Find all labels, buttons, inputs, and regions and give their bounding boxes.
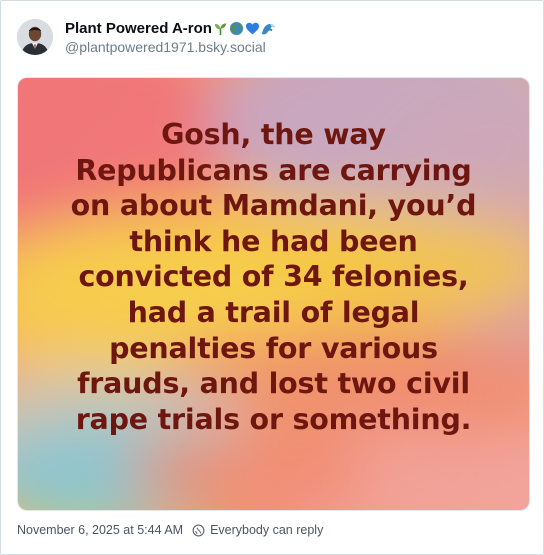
post-header: Plant Powered A-ron @plantpowered1971.bs… xyxy=(17,17,276,57)
reply-setting[interactable]: Everybody can reply xyxy=(192,523,323,537)
post-card: Plant Powered A-ron @plantpowered1971.bs… xyxy=(0,0,544,555)
globe-icon xyxy=(229,21,244,35)
image-caption-text: Gosh, the way Republicans are carrying o… xyxy=(18,117,529,437)
image-text-line: on about Mamdani, you’d xyxy=(70,189,477,223)
image-text-line: rape trials or something. xyxy=(75,402,472,436)
globe-reply-icon xyxy=(192,524,205,536)
image-text-line: Gosh, the way xyxy=(161,118,386,151)
author-handle[interactable]: @plantpowered1971.bsky.social xyxy=(65,38,276,56)
post-image[interactable]: Gosh, the way Republicans are carrying o… xyxy=(17,77,530,511)
blue-heart-icon xyxy=(245,22,260,34)
image-text-line: penalties for various xyxy=(109,331,438,365)
avatar-image xyxy=(17,19,53,55)
image-text-line: frauds, and lost two civil xyxy=(77,367,470,401)
image-text-line: convicted of 34 felonies, xyxy=(78,260,469,294)
display-name-text: Plant Powered A-ron xyxy=(65,19,212,37)
avatar[interactable] xyxy=(17,19,53,55)
seedling-icon xyxy=(214,22,227,35)
image-text-line: had a trail of legal xyxy=(127,295,420,329)
wave-icon xyxy=(261,23,276,34)
image-text-line: think he had been xyxy=(129,224,418,258)
image-text-line: Republicans are carrying xyxy=(75,153,472,187)
post-timestamp[interactable]: November 6, 2025 at 5:44 AM xyxy=(17,523,183,537)
post-footer: November 6, 2025 at 5:44 AM Everybody ca… xyxy=(17,521,323,539)
name-emojis xyxy=(213,21,276,36)
author-display-name[interactable]: Plant Powered A-ron xyxy=(65,19,276,38)
reply-setting-label: Everybody can reply xyxy=(210,523,324,537)
author-names: Plant Powered A-ron @plantpowered1971.bs… xyxy=(65,19,276,56)
